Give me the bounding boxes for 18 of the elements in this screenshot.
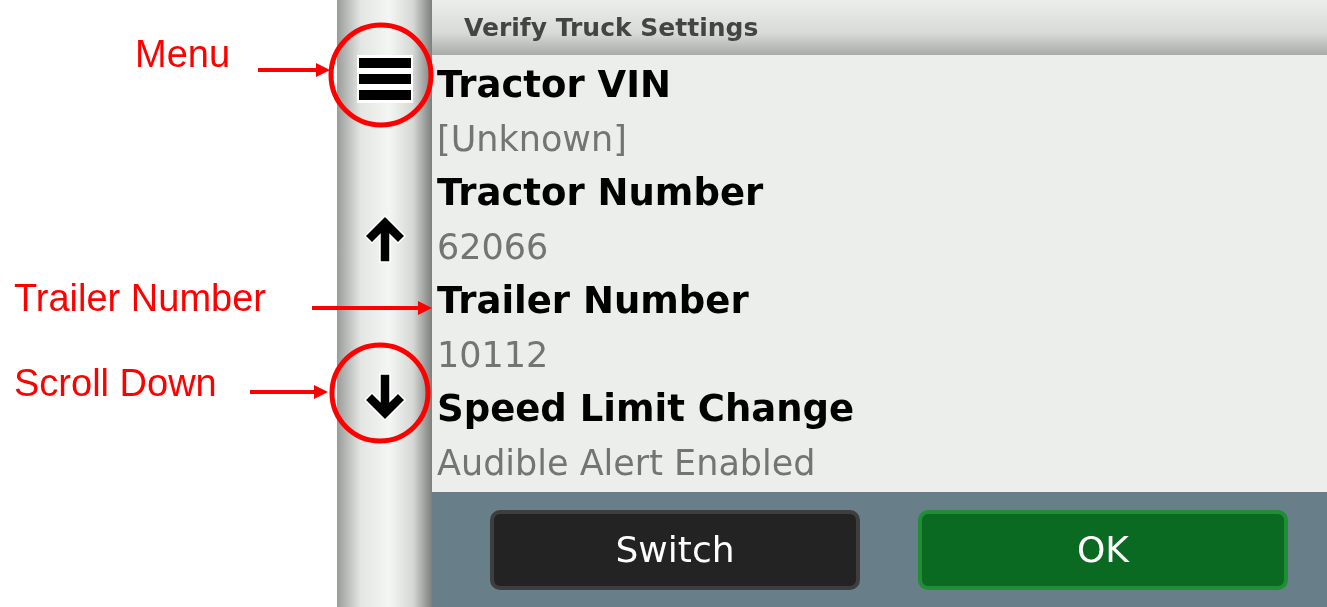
ok-button[interactable]: OK [918, 509, 1288, 590]
screen-title: Verify Truck Settings [464, 13, 759, 42]
setting-label: Tractor VIN [437, 62, 672, 108]
switch-button[interactable]: Switch [490, 509, 860, 590]
setting-value: [Unknown] [437, 118, 628, 161]
setting-label: Trailer Number [437, 278, 750, 324]
callout-label: Trailer Number [14, 276, 266, 320]
callout-label: Menu [135, 32, 231, 76]
setting-value: 10112 [437, 334, 550, 377]
setting-label: Speed Limit Change [437, 386, 856, 432]
setting-value: Audible Alert Enabled [437, 442, 817, 485]
setting-label: Tractor Number [437, 170, 765, 216]
callout-label: Scroll Down [14, 361, 217, 405]
up-arrow-icon[interactable] [362, 214, 407, 264]
down-arrow-icon[interactable] [362, 372, 407, 422]
pointer-arrow [258, 63, 330, 77]
setting-value: 62066 [437, 226, 550, 269]
menu-icon[interactable] [356, 55, 413, 103]
